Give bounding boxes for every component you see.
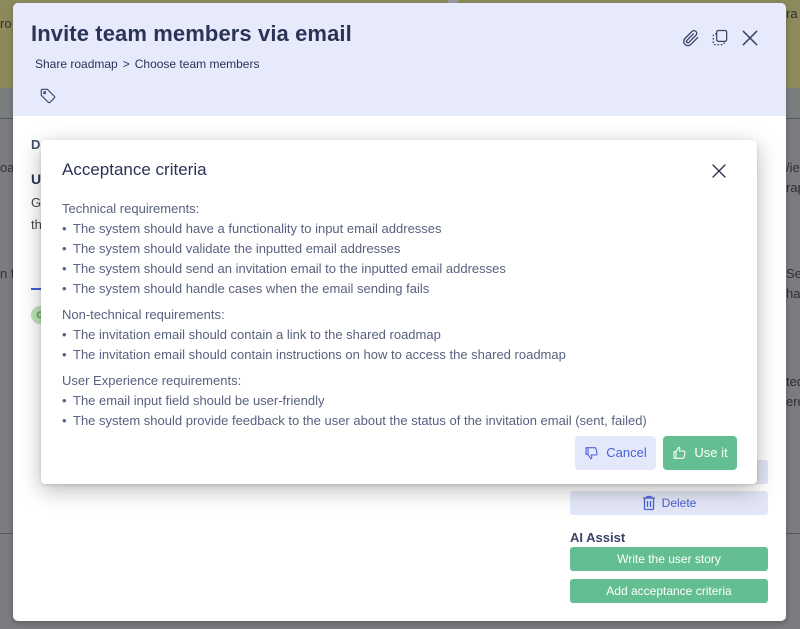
use-it-button[interactable]: Use it	[663, 436, 737, 470]
write-user-story-button[interactable]: Write the user story	[570, 547, 768, 571]
bg-divider	[0, 118, 14, 119]
criteria-item: The invitation email should contain a li…	[62, 325, 742, 345]
story-header: Invite team members via email Share road…	[13, 3, 786, 116]
thumbs-up-icon	[673, 446, 686, 459]
paperclip-icon[interactable]	[681, 28, 701, 48]
criteria-item: The email input field should be user-fri…	[62, 391, 742, 411]
copy-icon[interactable]	[710, 28, 730, 48]
breadcrumb-separator: >	[122, 57, 130, 71]
tag-icon[interactable]	[39, 87, 57, 105]
criteria-item: The system should validate the inputted …	[62, 239, 742, 259]
trash-icon	[642, 495, 656, 511]
criteria-item: The system should have a functionality t…	[62, 219, 742, 239]
criteria-item: The invitation email should contain inst…	[62, 345, 742, 365]
breadcrumb-current[interactable]: Choose team members	[135, 57, 260, 71]
user-story-text: G	[31, 195, 42, 210]
criteria-section-ux: User Experience requirements: The email …	[62, 371, 742, 431]
user-story-label: U	[31, 171, 42, 187]
description-label: D	[31, 137, 41, 152]
bg-card-text: Set	[786, 266, 800, 281]
acceptance-criteria-dialog: Acceptance criteria Technical requiremen…	[41, 140, 757, 484]
bg-card-text: n fo	[0, 266, 14, 281]
section-heading: User Experience requirements:	[62, 373, 242, 388]
story-title[interactable]: Invite team members via email	[31, 21, 352, 47]
bg-card-text: ra	[786, 6, 798, 21]
criteria-item: The system should provide feedback to th…	[62, 411, 742, 431]
bg-divider	[786, 118, 800, 119]
criteria-item: The system should handle cases when the …	[62, 279, 742, 299]
section-heading: Non-technical requirements:	[62, 307, 225, 322]
bg-card-text: oa	[0, 160, 14, 175]
add-acceptance-criteria-button[interactable]: Add acceptance criteria	[570, 579, 768, 603]
thumbs-down-icon	[585, 446, 598, 459]
breadcrumb-parent[interactable]: Share roadmap	[35, 57, 118, 71]
criteria-section-technical: Technical requirements: The system shoul…	[62, 199, 742, 299]
close-icon[interactable]	[740, 28, 760, 48]
delete-label: Delete	[661, 496, 697, 510]
use-it-label: Use it	[694, 445, 728, 460]
bg-card-text: har	[786, 286, 800, 301]
dialog-title: Acceptance criteria	[62, 160, 207, 179]
criteria-section-non-technical: Non-technical requirements: The invitati…	[62, 305, 742, 365]
bg-card-text: ere	[786, 394, 800, 409]
section-heading: Technical requirements:	[62, 201, 200, 216]
bg-divider	[786, 533, 800, 534]
ai-assist-label: AI Assist	[570, 530, 626, 545]
bg-card-text: rap	[786, 180, 800, 195]
criteria-content: Technical requirements: The system shoul…	[62, 199, 742, 437]
cancel-button[interactable]: Cancel	[575, 436, 656, 470]
close-icon[interactable]	[710, 162, 728, 180]
delete-button[interactable]: Delete	[570, 491, 768, 515]
criteria-item: The system should send an invitation ema…	[62, 259, 742, 279]
bg-card-text: ted	[786, 374, 800, 389]
bg-card-text: /iew	[786, 160, 800, 175]
bg-divider	[0, 533, 14, 534]
cancel-label: Cancel	[606, 445, 647, 460]
breadcrumb: Share roadmap > Choose team members	[35, 57, 259, 71]
bg-card-text: ro	[0, 16, 12, 31]
